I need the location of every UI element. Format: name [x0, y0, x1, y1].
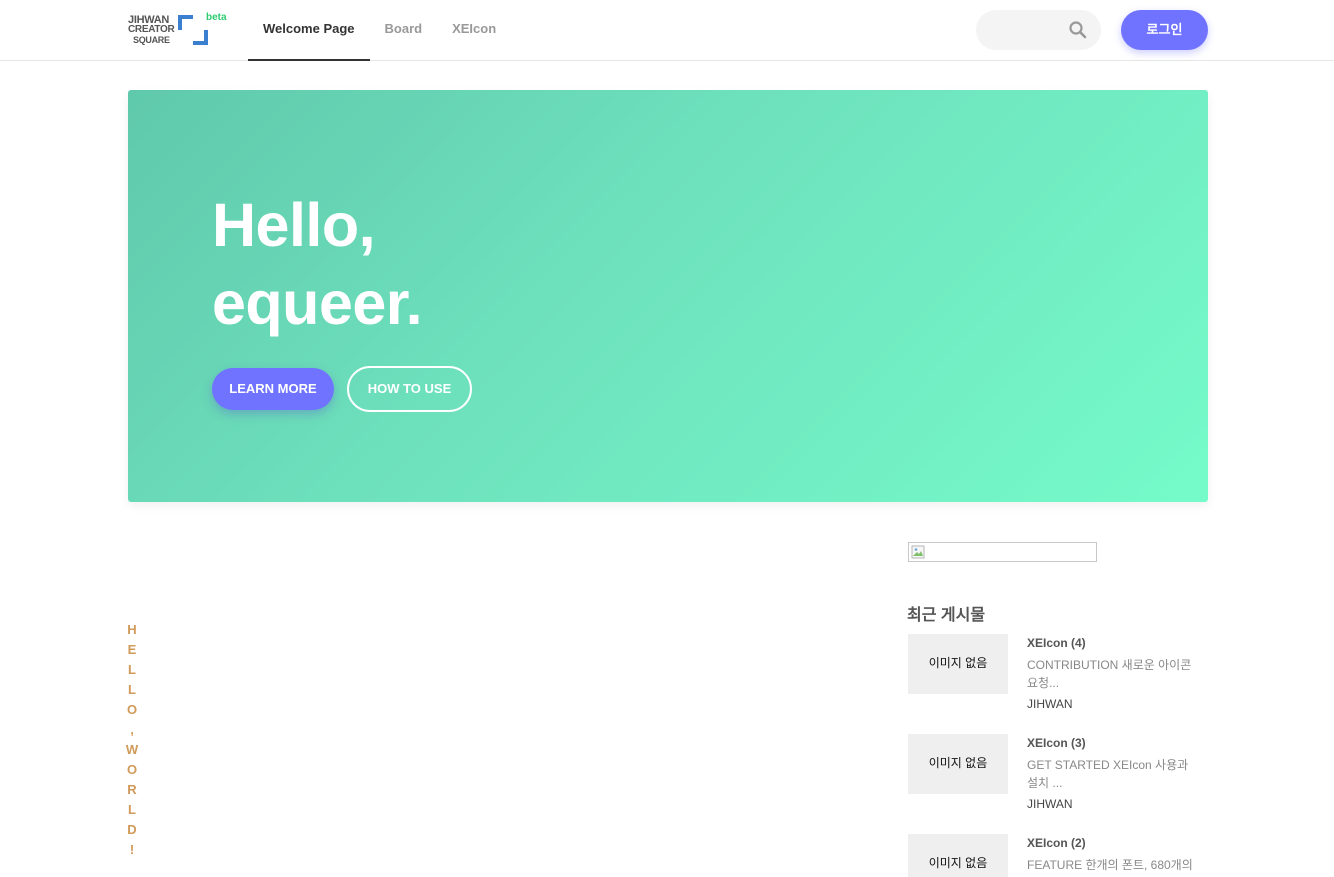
vertical-text-char: O [126, 702, 138, 717]
logo-line-3: SQUARE [133, 35, 170, 45]
broken-image-icon [911, 545, 925, 559]
vertical-text-char: L [128, 682, 136, 697]
hero-banner: Hello, equeer. LEARN MORE HOW TO USE [128, 90, 1208, 502]
vertical-text-char: ! [129, 842, 135, 857]
post-author: JIHWAN [1027, 797, 1073, 811]
learn-more-button[interactable]: LEARN MORE [212, 368, 334, 410]
post-thumbnail[interactable]: 이미지 없음 [908, 734, 1008, 794]
how-to-use-button[interactable]: HOW TO USE [347, 366, 472, 412]
logo-bracket-icon [178, 15, 208, 45]
logo-line-2: CREATOR [128, 24, 175, 35]
header: JIHWAN CREATOR SQUARE beta Welcome Page … [0, 0, 1334, 61]
vertical-hello-world-text: H E L L O, W O R L D! [125, 620, 139, 860]
recent-post-item[interactable]: 이미지 없음 XEIcon (3) GET STARTED XEIcon 사용과… [908, 734, 1208, 824]
vertical-text-char: L [128, 662, 136, 677]
post-title[interactable]: XEIcon (4) [1027, 636, 1086, 650]
nav-item-welcome-page[interactable]: Welcome Page [248, 0, 370, 61]
vertical-text-char: W [125, 742, 139, 757]
search-icon[interactable] [1068, 20, 1088, 40]
login-button[interactable]: 로그인 [1121, 10, 1208, 50]
post-thumbnail[interactable]: 이미지 없음 [908, 834, 1008, 877]
vertical-text-char: L [128, 802, 136, 817]
main-nav: Welcome Page Board XEIcon [248, 0, 511, 61]
logo-text: JIHWAN CREATOR SQUARE [128, 15, 175, 46]
vertical-text-char: O [126, 762, 138, 777]
post-thumbnail[interactable]: 이미지 없음 [908, 634, 1008, 694]
search-box [976, 10, 1101, 50]
logo-beta-badge: beta [206, 12, 227, 23]
post-description: CONTRIBUTION 새로운 아이콘 요청... [1027, 658, 1192, 690]
vertical-text-char: H [127, 622, 137, 637]
post-title[interactable]: XEIcon (3) [1027, 736, 1086, 750]
post-title[interactable]: XEIcon (2) [1027, 836, 1086, 850]
vertical-text-char: R [127, 782, 137, 797]
post-description: GET STARTED XEIcon 사용과 설치 ... [1027, 758, 1189, 790]
vertical-text-char: , [130, 722, 134, 737]
search-input[interactable] [990, 20, 1070, 40]
post-author: JIHWAN [1027, 697, 1073, 711]
nav-item-xeicon[interactable]: XEIcon [437, 0, 511, 61]
hero-title-line-2: equeer. [212, 269, 423, 337]
vertical-text-char: D [127, 822, 137, 837]
hero-title-line-1: Hello, [212, 191, 376, 259]
hero-title: Hello, equeer. [212, 186, 423, 342]
recent-posts-title: 최근 게시물 [907, 607, 986, 624]
nav-item-board[interactable]: Board [370, 0, 438, 61]
banner-image [908, 542, 1097, 562]
logo[interactable]: JIHWAN CREATOR SQUARE beta [128, 12, 233, 48]
recent-post-item[interactable]: 이미지 없음 XEIcon (4) CONTRIBUTION 새로운 아이콘 요… [908, 634, 1208, 724]
recent-post-item[interactable]: 이미지 없음 XEIcon (2) FEATURE 한개의 폰트, 680개의 [908, 834, 1208, 877]
post-description: FEATURE 한개의 폰트, 680개의 [1027, 858, 1193, 872]
vertical-text-char: E [127, 642, 137, 657]
